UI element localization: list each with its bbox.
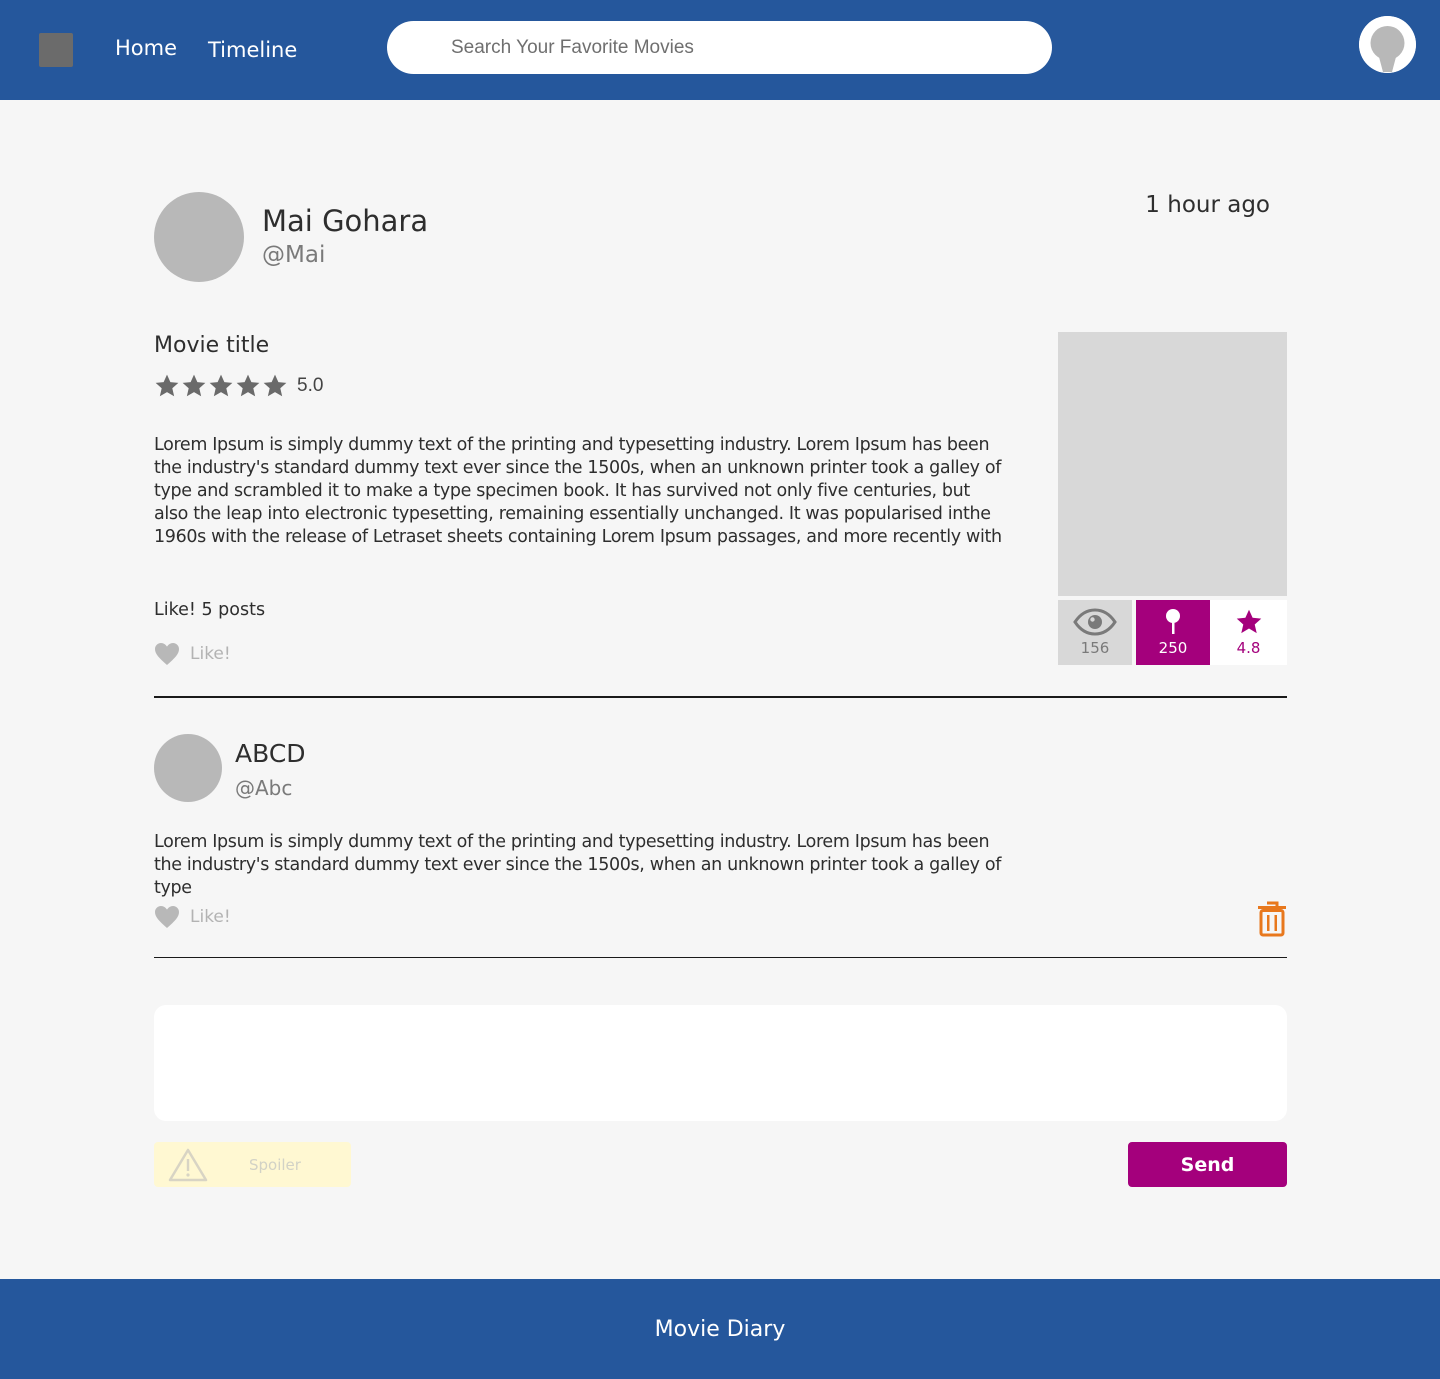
eye-icon: [1073, 608, 1117, 636]
post-author-handle: @Mai: [262, 242, 326, 268]
comment-text: Lorem Ipsum is simply dummy text of the …: [154, 832, 1002, 898]
star-icon: [182, 374, 206, 397]
star-icon: [263, 374, 287, 397]
star-icon: [209, 374, 233, 397]
post-timestamp: 1 hour ago: [1145, 192, 1270, 218]
spoiler-label: Spoiler: [249, 1156, 301, 1174]
score-stat[interactable]: 4.8: [1210, 600, 1287, 665]
user-avatar-icon: [1359, 16, 1416, 73]
post-author-name[interactable]: Mai Gohara: [262, 204, 428, 238]
profile-avatar[interactable]: [1359, 16, 1416, 73]
rating-stars: 5.0: [154, 372, 323, 400]
like-count: Like! 5 posts: [154, 600, 266, 620]
section-divider: [154, 696, 1287, 698]
section-divider: [154, 957, 1287, 958]
send-button[interactable]: Send: [1128, 1142, 1287, 1187]
pin-icon: [1166, 609, 1180, 634]
like-label: Like!: [190, 644, 231, 664]
heart-icon: [155, 906, 179, 928]
nav-home-link[interactable]: Home: [115, 36, 177, 60]
post-like-button[interactable]: Like!: [154, 642, 231, 666]
nav-timeline-link[interactable]: Timeline: [208, 38, 297, 62]
footer: Movie Diary: [0, 1279, 1440, 1379]
comment-author-name[interactable]: ABCD: [235, 739, 306, 768]
delete-comment-button[interactable]: [1257, 901, 1287, 937]
logo[interactable]: [39, 33, 73, 67]
star-icon: [236, 374, 260, 397]
like-label: Like!: [190, 907, 231, 927]
top-bar: Home Timeline: [0, 0, 1440, 100]
footer-title: Movie Diary: [654, 1317, 786, 1342]
search-input[interactable]: [387, 21, 1052, 74]
star-icon: [1236, 609, 1261, 634]
views-stat[interactable]: 156: [1058, 600, 1132, 665]
trash-icon: [1258, 901, 1286, 937]
warning-icon: [168, 1148, 208, 1182]
score-value: 4.8: [1236, 639, 1261, 657]
post-author-avatar[interactable]: [154, 192, 244, 282]
heart-icon: [155, 643, 179, 665]
movie-poster[interactable]: [1058, 332, 1287, 596]
comment-input[interactable]: [154, 1005, 1287, 1121]
comment-author-handle: @Abc: [235, 776, 293, 800]
pins-count: 250: [1158, 639, 1188, 657]
rating-value: 5.0: [297, 375, 324, 396]
spoiler-toggle[interactable]: Spoiler: [154, 1142, 351, 1187]
comment-like-button[interactable]: Like!: [154, 905, 231, 929]
pins-stat[interactable]: 250: [1136, 600, 1210, 665]
review-text: Lorem Ipsum is simply dummy text of the …: [154, 435, 1002, 547]
star-icon: [155, 374, 179, 397]
views-count: 156: [1080, 639, 1110, 657]
movie-title[interactable]: Movie title: [154, 333, 269, 358]
comment-author-avatar[interactable]: [154, 734, 222, 802]
